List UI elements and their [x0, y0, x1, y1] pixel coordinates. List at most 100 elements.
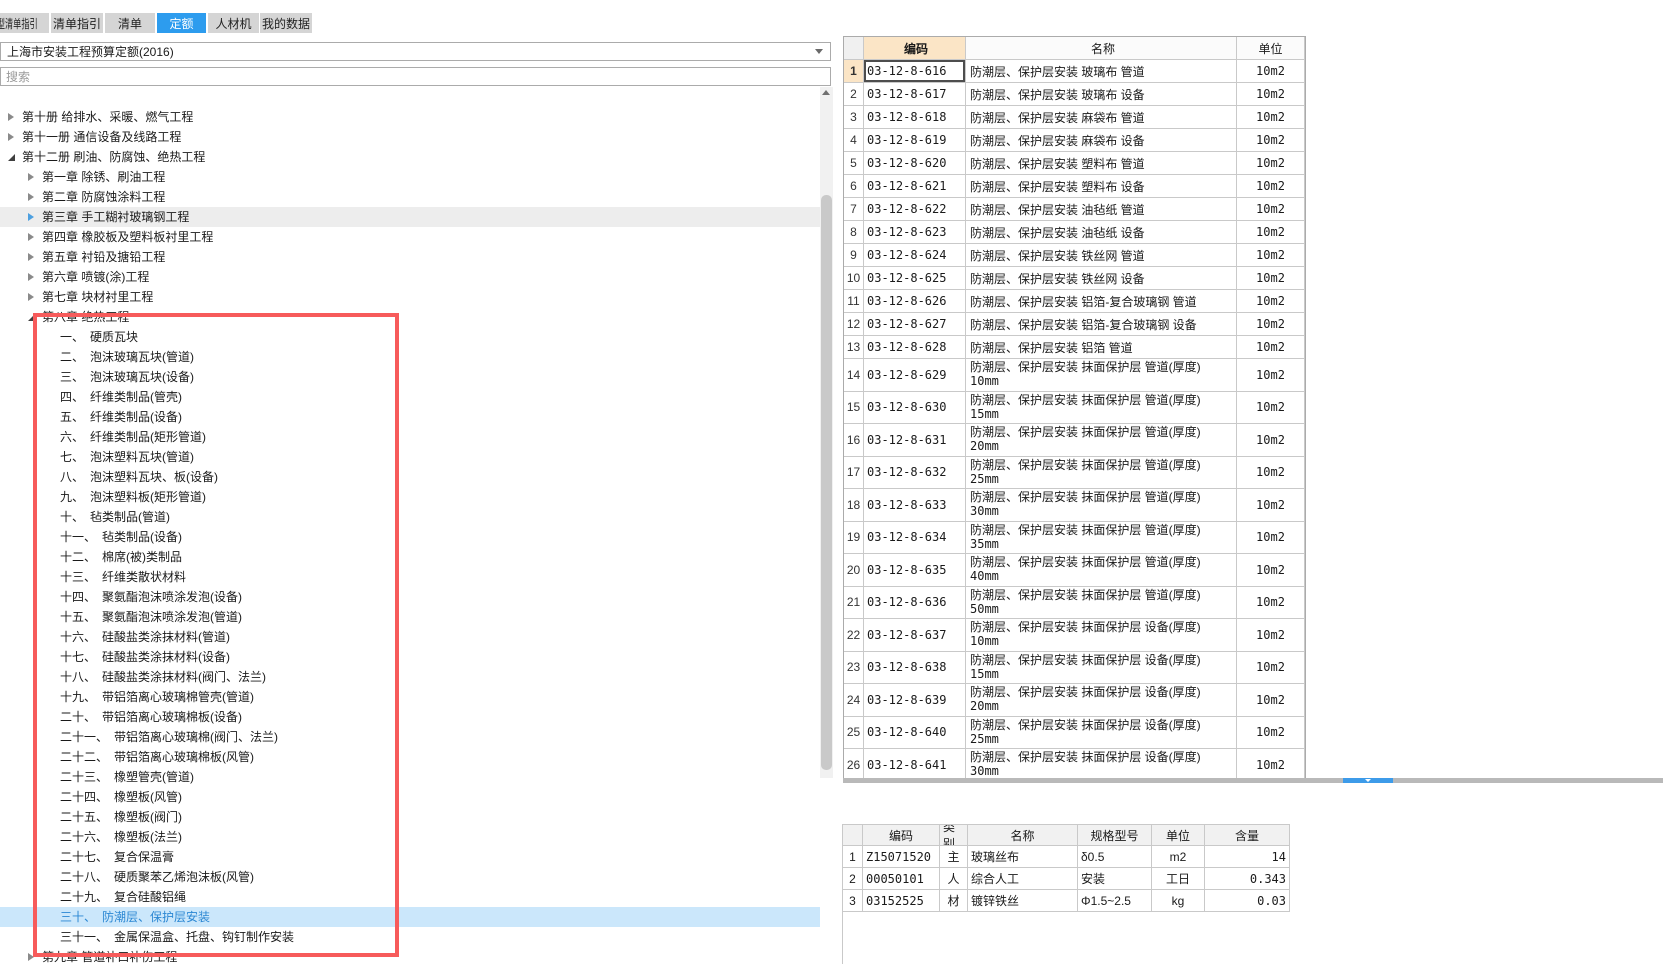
- unit-cell[interactable]: m2: [1152, 846, 1205, 868]
- tree-item[interactable]: 二十九、 复合硅酸铝绳: [0, 887, 820, 907]
- row-number-cell[interactable]: 14: [844, 359, 864, 392]
- code-cell[interactable]: 03-12-8-639: [864, 684, 966, 717]
- name-cell[interactable]: 防潮层、保护层安装 抹面保护层 管道(厚度) 50mm: [966, 586, 1237, 619]
- table-row[interactable]: 24 03-12-8-639 防潮层、保护层安装 抹面保护层 设备(厚度) 20mm 1…: [844, 684, 1305, 717]
- tree-item[interactable]: 二十二、 带铝箔离心玻璃棉板(风管): [0, 747, 820, 767]
- name-cell[interactable]: 防潮层、保护层安装 玻璃布 管道: [966, 60, 1237, 83]
- name-cell[interactable]: 防潮层、保护层安装 油毡纸 设备: [966, 221, 1237, 244]
- search-input[interactable]: [0, 67, 831, 86]
- table-row[interactable]: 22 03-12-8-637 防潮层、保护层安装 抹面保护层 设备(厚度) 10mm 1…: [844, 619, 1305, 652]
- name-cell[interactable]: 玻璃丝布: [968, 846, 1078, 868]
- tree-item[interactable]: 二十一、 带铝箔离心玻璃棉(阀门、法兰): [0, 727, 820, 747]
- table-row[interactable]: 19 03-12-8-634 防潮层、保护层安装 抹面保护层 管道(厚度) 35mm 1…: [844, 521, 1305, 554]
- unit-cell[interactable]: 10m2: [1237, 267, 1305, 290]
- tree-item[interactable]: 第十二册 刷油、防腐蚀、绝热工程: [0, 147, 820, 167]
- tree-scrollbar[interactable]: [820, 87, 833, 778]
- grid-corner-cell[interactable]: [844, 37, 864, 60]
- row-number-cell[interactable]: 6: [844, 175, 864, 198]
- name-cell[interactable]: 防潮层、保护层安装 抹面保护层 管道(厚度) 20mm: [966, 424, 1237, 457]
- name-cell[interactable]: 防潮层、保护层安装 麻袋布 管道: [966, 106, 1237, 129]
- expand-arrow-icon[interactable]: [28, 313, 42, 321]
- row-number-cell[interactable]: 16: [844, 424, 864, 457]
- tree-item[interactable]: 第四章 橡胶板及塑料板衬里工程: [0, 227, 820, 247]
- table-row[interactable]: 1 Z15071520 主玻璃丝布 δ0.5 m2 14: [842, 846, 1290, 868]
- unit-cell[interactable]: 10m2: [1237, 391, 1305, 424]
- table-row[interactable]: 2 00050101 人综合人工 安装 工日 0.343: [842, 868, 1290, 890]
- tree-item[interactable]: 二十八、 硬质聚苯乙烯泡沫板(风管): [0, 867, 820, 887]
- tree-item[interactable]: 第七章 块材衬里工程: [0, 287, 820, 307]
- tree-item[interactable]: 二十六、 橡塑板(法兰): [0, 827, 820, 847]
- tree-item[interactable]: 五、 纤维类制品(设备): [0, 407, 820, 427]
- code-cell[interactable]: 03-12-8-625: [864, 267, 966, 290]
- row-number-cell[interactable]: 10: [844, 267, 864, 290]
- name-cell[interactable]: 防潮层、保护层安装 抹面保护层 管道(厚度) 30mm: [966, 489, 1237, 522]
- code-cell[interactable]: 03-12-8-628: [864, 336, 966, 359]
- code-cell[interactable]: 03-12-8-626: [864, 290, 966, 313]
- detail-header-cell[interactable]: 单位: [1152, 824, 1205, 846]
- tree-item[interactable]: 第十一册 通信设备及线路工程: [0, 127, 820, 147]
- unit-cell[interactable]: 10m2: [1237, 221, 1305, 244]
- tree-item[interactable]: 一、 硬质瓦块: [0, 327, 820, 347]
- name-cell[interactable]: 防潮层、保护层安装 铝箔-复合玻璃钢 设备: [966, 313, 1237, 336]
- code-cell[interactable]: 03-12-8-634: [864, 521, 966, 554]
- tree-item[interactable]: 三十一、 金属保温盒、托盘、钩钉制作安装: [0, 927, 820, 947]
- code-cell[interactable]: 03-12-8-630: [864, 391, 966, 424]
- name-cell[interactable]: 镀锌铁丝: [968, 890, 1078, 912]
- tab-typical-list-guide[interactable]: 典型清单指引: [0, 13, 49, 33]
- tree-item[interactable]: 二十三、 橡塑管壳(管道): [0, 767, 820, 787]
- code-cell[interactable]: 03-12-8-617: [864, 83, 966, 106]
- unit-cell[interactable]: 工日: [1152, 868, 1205, 890]
- collapse-arrow-icon[interactable]: [8, 113, 22, 121]
- catalog-dropdown[interactable]: 上海市安装工程预算定额(2016): [0, 42, 831, 61]
- code-cell[interactable]: 03-12-8-633: [864, 489, 966, 522]
- detail-header-cell[interactable]: [842, 824, 863, 846]
- tree-item[interactable]: 十八、 硅酸盐类涂抹材料(阀门、法兰): [0, 667, 820, 687]
- unit-cell[interactable]: 10m2: [1237, 651, 1305, 684]
- detail-header-cell[interactable]: 规格型号: [1078, 824, 1152, 846]
- tree-item[interactable]: 第二章 防腐蚀涂料工程: [0, 187, 820, 207]
- unit-cell[interactable]: 10m2: [1237, 290, 1305, 313]
- unit-cell[interactable]: 10m2: [1237, 83, 1305, 106]
- row-number-cell[interactable]: 3: [844, 106, 864, 129]
- unit-cell[interactable]: 10m2: [1237, 336, 1305, 359]
- table-row[interactable]: 10 03-12-8-625 防潮层、保护层安装 铁丝网 设备 10m2: [844, 267, 1305, 290]
- tree-item[interactable]: 三十、 防潮层、保护层安装: [0, 907, 820, 927]
- code-cell[interactable]: 03-12-8-621: [864, 175, 966, 198]
- row-number-cell[interactable]: 11: [844, 290, 864, 313]
- tree-item[interactable]: 六、 纤维类制品(矩形管道): [0, 427, 820, 447]
- tree-item[interactable]: 第一章 除锈、刷油工程: [0, 167, 820, 187]
- table-row[interactable]: 11 03-12-8-626 防潮层、保护层安装 铝箔-复合玻璃钢 管道 10m2: [844, 290, 1305, 313]
- row-number-cell[interactable]: 15: [844, 391, 864, 424]
- table-row[interactable]: 21 03-12-8-636 防潮层、保护层安装 抹面保护层 管道(厚度) 50mm 1…: [844, 586, 1305, 619]
- spec-cell[interactable]: δ0.5: [1078, 846, 1152, 868]
- unit-cell[interactable]: 10m2: [1237, 152, 1305, 175]
- unit-cell[interactable]: 10m2: [1237, 106, 1305, 129]
- code-cell[interactable]: 03-12-8-637: [864, 619, 966, 652]
- name-cell[interactable]: 综合人工: [968, 868, 1078, 890]
- unit-cell[interactable]: 10m2: [1237, 60, 1305, 83]
- spec-cell[interactable]: 安装: [1078, 868, 1152, 890]
- name-cell[interactable]: 防潮层、保护层安装 铝箔 管道: [966, 336, 1237, 359]
- name-cell[interactable]: 防潮层、保护层安装 油毡纸 管道: [966, 198, 1237, 221]
- unit-cell[interactable]: 10m2: [1237, 521, 1305, 554]
- code-cell[interactable]: 03-12-8-619: [864, 129, 966, 152]
- grid-header-code[interactable]: 编码: [864, 37, 966, 60]
- collapse-arrow-icon[interactable]: [28, 953, 42, 961]
- unit-cell[interactable]: 10m2: [1237, 456, 1305, 489]
- category-cell[interactable]: 主: [940, 846, 968, 868]
- unit-cell[interactable]: 10m2: [1237, 198, 1305, 221]
- row-number-cell[interactable]: 23: [844, 651, 864, 684]
- splitter-grip[interactable]: [1343, 778, 1393, 783]
- category-cell[interactable]: 材: [940, 890, 968, 912]
- collapse-arrow-icon[interactable]: [8, 133, 22, 141]
- tab-my-data[interactable]: 我的数据: [260, 13, 312, 33]
- quantity-cell[interactable]: 0.03: [1205, 890, 1290, 912]
- name-cell[interactable]: 防潮层、保护层安装 抹面保护层 设备(厚度) 15mm: [966, 651, 1237, 684]
- code-cell[interactable]: 03-12-8-627: [864, 313, 966, 336]
- name-cell[interactable]: 防潮层、保护层安装 铁丝网 设备: [966, 267, 1237, 290]
- row-number-cell[interactable]: 3: [842, 890, 863, 912]
- row-number-cell[interactable]: 8: [844, 221, 864, 244]
- detail-header-cell[interactable]: 含量: [1205, 824, 1290, 846]
- name-cell[interactable]: 防潮层、保护层安装 塑料布 设备: [966, 175, 1237, 198]
- code-cell[interactable]: 03-12-8-638: [864, 651, 966, 684]
